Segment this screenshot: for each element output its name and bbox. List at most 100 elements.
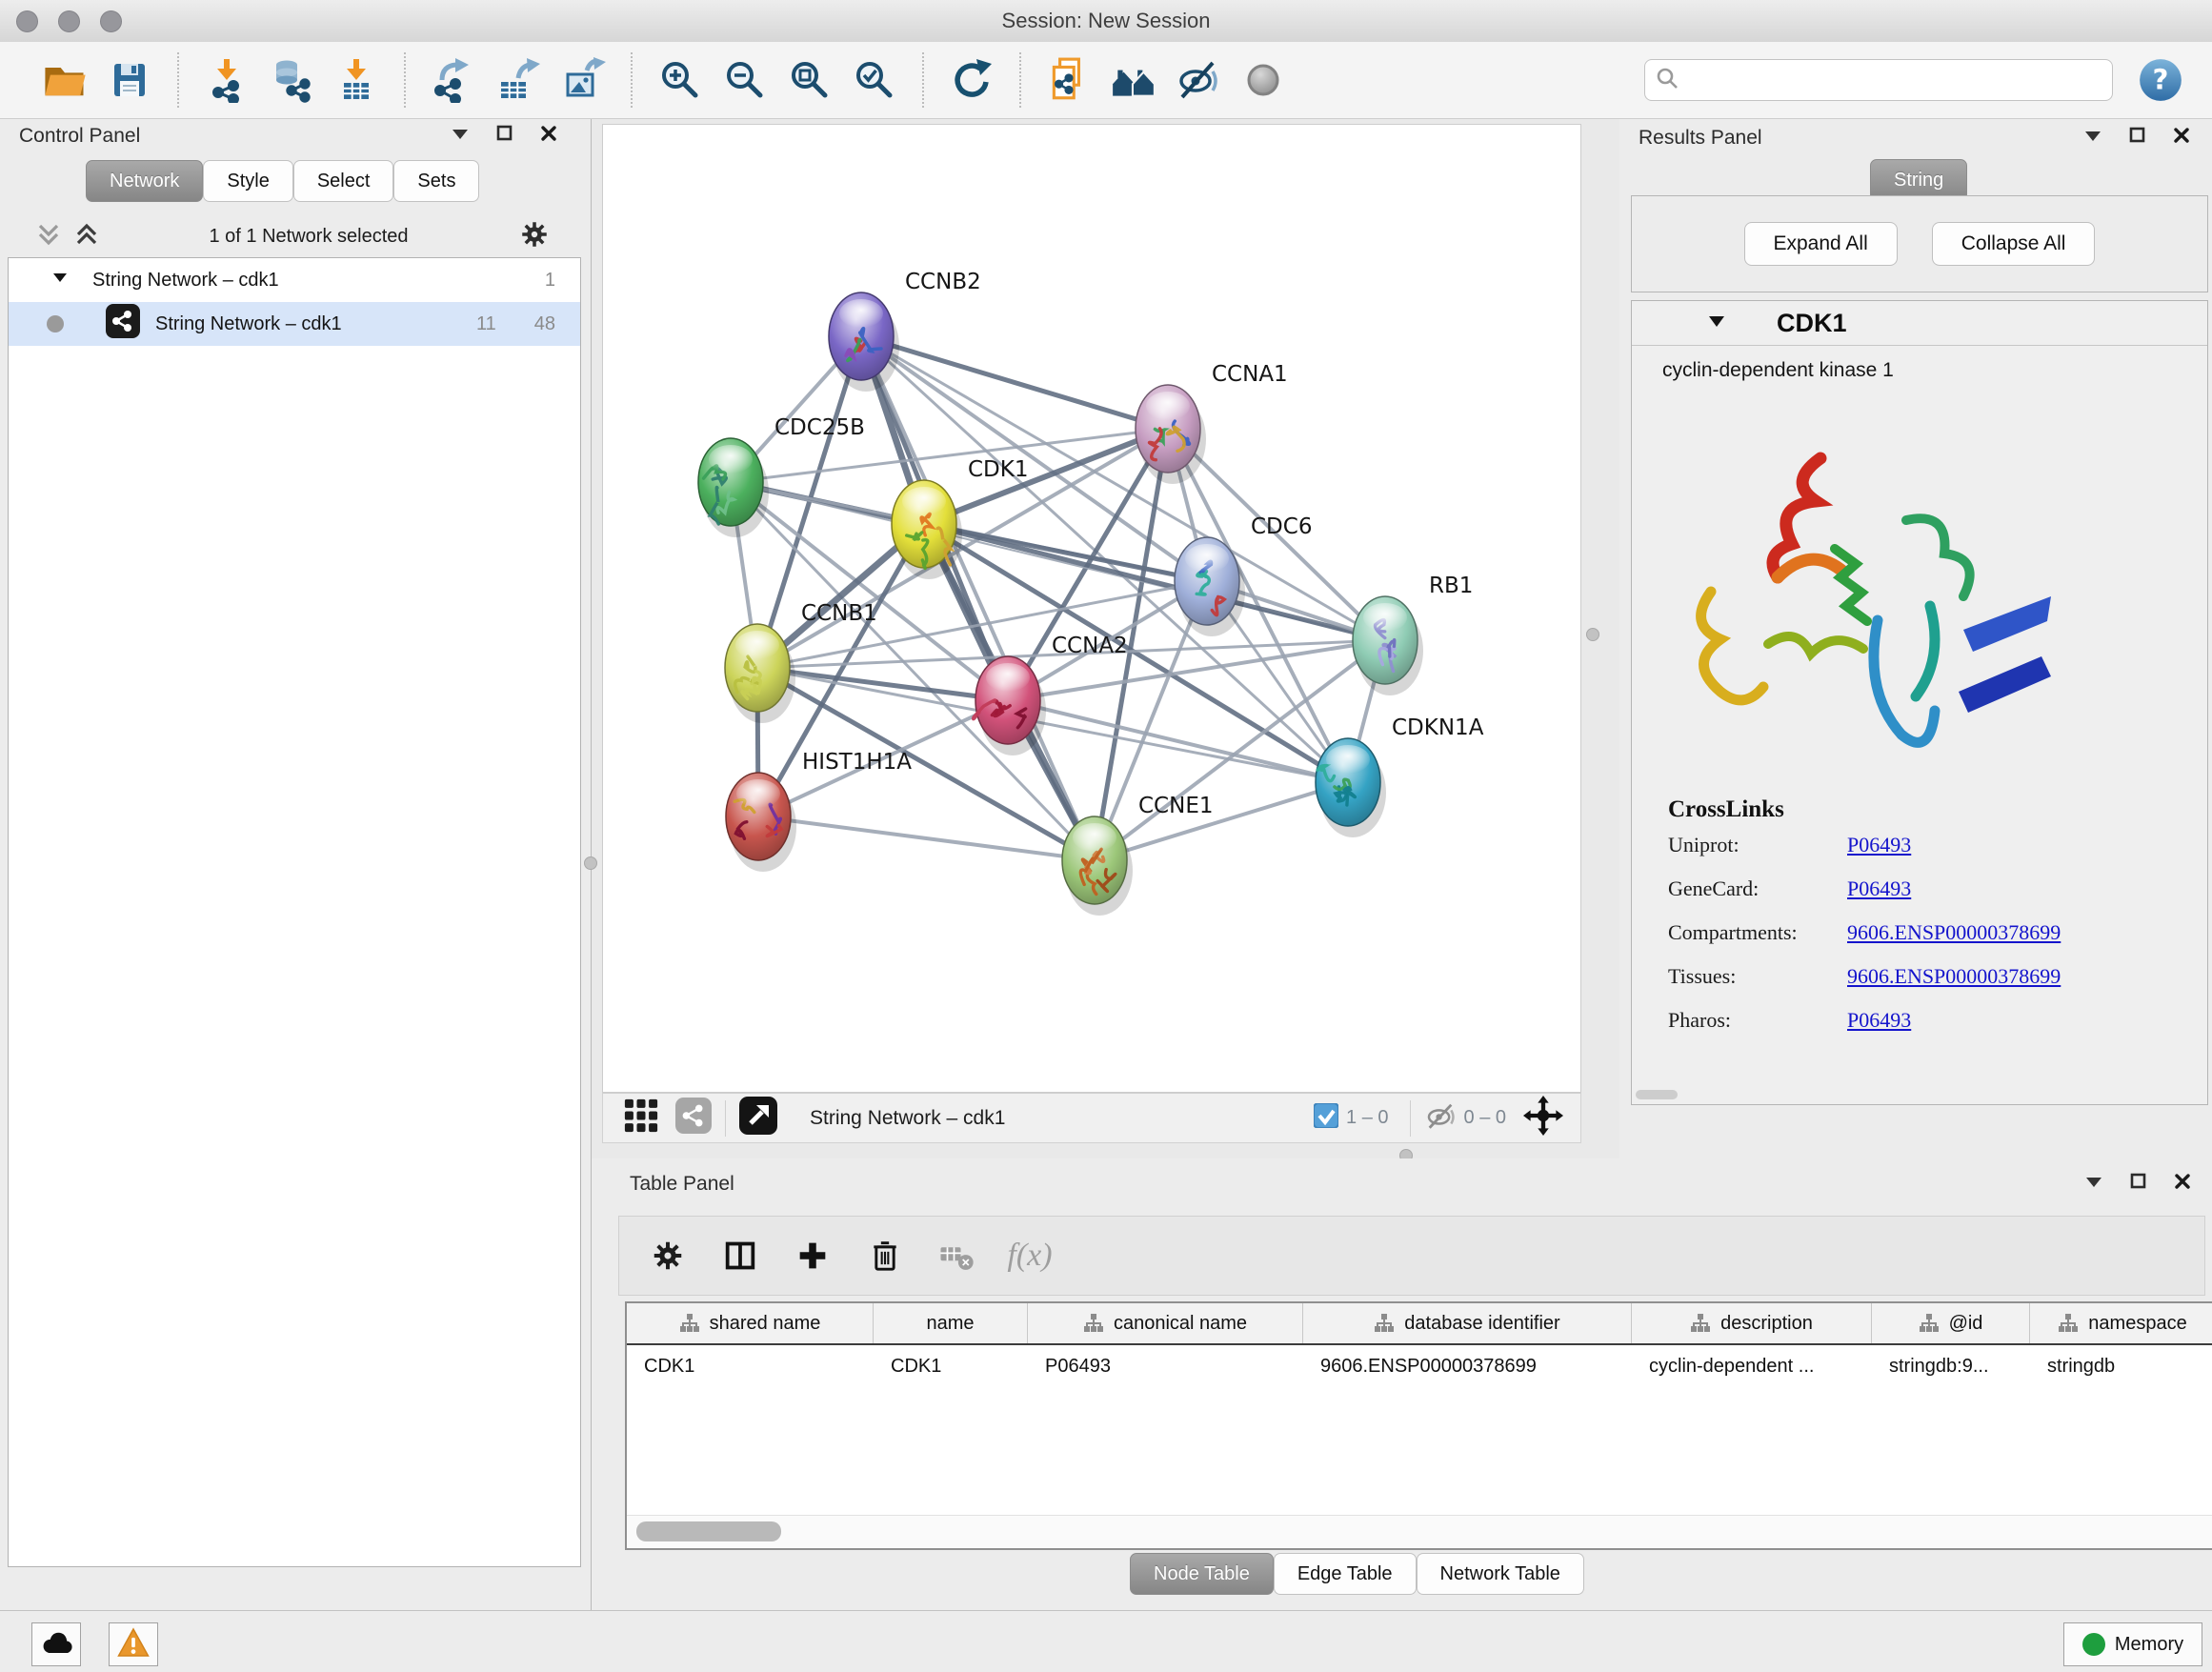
export-table-icon[interactable]	[492, 53, 545, 107]
column-header[interactable]: namespace	[2030, 1303, 2212, 1343]
export-image-icon[interactable]	[556, 53, 610, 107]
protein-card-header[interactable]: CDK1	[1632, 301, 2207, 346]
tab-style[interactable]: Style	[203, 160, 292, 202]
import-network-icon[interactable]	[200, 53, 253, 107]
zoom-fit-icon[interactable]	[783, 53, 836, 107]
export-view-icon[interactable]	[739, 1097, 777, 1139]
warning-button[interactable]	[109, 1622, 158, 1666]
tab-select[interactable]: Select	[293, 160, 394, 202]
network-options-gear-icon[interactable]	[518, 218, 551, 255]
import-database-icon[interactable]	[265, 53, 318, 107]
network-share-icon[interactable]	[675, 1098, 712, 1138]
network-collection-row[interactable]: String Network – cdk1 1	[9, 258, 580, 302]
panel-collapse-icon[interactable]	[450, 126, 471, 146]
zoom-out-icon[interactable]	[718, 53, 772, 107]
delete-column-icon[interactable]	[857, 1228, 913, 1283]
crosslink-link[interactable]: P06493	[1847, 876, 1911, 901]
crosslink-link[interactable]: 9606.ENSP00000378699	[1847, 964, 2061, 989]
network-edge[interactable]	[861, 336, 1168, 429]
traffic-light-close[interactable]	[16, 10, 38, 32]
cell-database-identifier[interactable]: 9606.ENSP00000378699	[1303, 1345, 1632, 1387]
collapse-all-icon[interactable]	[36, 221, 61, 252]
cell-namespace[interactable]: stringdb	[2030, 1345, 2212, 1387]
tab-sets[interactable]: Sets	[393, 160, 479, 202]
help-icon[interactable]: ?	[2134, 53, 2187, 107]
column-header[interactable]: @id	[1872, 1303, 2030, 1343]
cell-description[interactable]: cyclin-dependent ...	[1632, 1345, 1872, 1387]
hidden-eye-icon[interactable]	[1424, 1099, 1457, 1137]
column-header[interactable]: canonical name	[1028, 1303, 1303, 1343]
column-header[interactable]: database identifier	[1303, 1303, 1632, 1343]
function-builder-icon[interactable]: f(x)	[1002, 1228, 1057, 1283]
splitter-handle[interactable]	[584, 856, 597, 870]
tab-edge-table[interactable]: Edge Table	[1274, 1553, 1417, 1595]
show-column-panel-icon[interactable]	[713, 1228, 768, 1283]
network-node-CCNE1[interactable]: CCNE1	[1062, 794, 1214, 916]
crosslink-link[interactable]: 9606.ENSP00000378699	[1847, 920, 2061, 945]
save-session-icon[interactable]	[103, 53, 156, 107]
panel-close-icon[interactable]	[539, 124, 558, 148]
show-details-icon[interactable]	[1237, 53, 1290, 107]
traffic-light-minimize[interactable]	[58, 10, 80, 32]
crosslink-link[interactable]: P06493	[1847, 833, 1911, 857]
traffic-light-zoom[interactable]	[100, 10, 122, 32]
network-node-CCNB1[interactable]: CCNB1	[725, 601, 877, 723]
network-edge[interactable]	[1008, 700, 1348, 782]
collapse-all-button[interactable]: Collapse All	[1932, 222, 2096, 266]
scrollbar-thumb[interactable]	[636, 1521, 781, 1541]
network-edge[interactable]	[758, 816, 1095, 860]
network-row[interactable]: String Network – cdk1 11 48	[9, 302, 580, 346]
expand-all-icon[interactable]	[74, 221, 99, 252]
table-row[interactable]: CDK1 CDK1 P06493 9606.ENSP00000378699 cy…	[627, 1345, 2212, 1387]
create-column-icon[interactable]	[785, 1228, 840, 1283]
session-file-share-icon[interactable]	[1042, 53, 1096, 107]
open-session-icon[interactable]	[38, 53, 91, 107]
network-edge[interactable]	[1095, 782, 1348, 860]
column-header[interactable]: name	[874, 1303, 1028, 1343]
splitter-handle[interactable]	[1586, 628, 1599, 641]
cell-name[interactable]: CDK1	[874, 1345, 1028, 1387]
cell-shared-name[interactable]: CDK1	[627, 1345, 874, 1387]
network-node-CCNB2[interactable]: CCNB2	[829, 270, 981, 392]
panel-float-icon[interactable]	[2128, 126, 2147, 150]
card-expander-icon[interactable]	[1706, 313, 1727, 333]
delete-table-icon[interactable]	[930, 1228, 985, 1283]
network-canvas[interactable]: CCNB2CCNA1CDC25BCDK1CDC6RB1CCNB1CCNA2CDK…	[602, 124, 1581, 1093]
expand-all-button[interactable]: Expand All	[1744, 222, 1898, 266]
zoom-selected-icon[interactable]	[848, 53, 901, 107]
panel-float-icon[interactable]	[495, 124, 514, 148]
column-settings-gear-icon[interactable]	[640, 1228, 695, 1283]
network-node-CCNA1[interactable]: CCNA1	[1136, 362, 1288, 484]
panel-float-icon[interactable]	[2129, 1172, 2148, 1196]
column-header[interactable]: description	[1632, 1303, 1872, 1343]
panel-close-icon[interactable]	[2173, 1172, 2192, 1196]
grid-view-icon[interactable]	[624, 1098, 658, 1138]
selected-checkbox-icon[interactable]	[1314, 1103, 1338, 1133]
tab-node-table[interactable]: Node Table	[1130, 1553, 1274, 1595]
cloud-button[interactable]	[31, 1622, 81, 1666]
tab-network-table[interactable]: Network Table	[1417, 1553, 1584, 1595]
cell-id[interactable]: stringdb:9...	[1872, 1345, 2030, 1387]
import-table-icon[interactable]	[330, 53, 383, 107]
string-home-icon[interactable]	[1107, 53, 1160, 107]
tree-expander-icon[interactable]	[50, 268, 70, 292]
cell-canonical-name[interactable]: P06493	[1028, 1345, 1303, 1387]
search-input[interactable]	[1679, 62, 2112, 98]
panel-collapse-icon[interactable]	[2083, 1174, 2104, 1194]
network-node-CDKN1A[interactable]: CDKN1A	[1316, 715, 1484, 837]
table-hscrollbar[interactable]	[627, 1515, 2212, 1548]
tab-network[interactable]: Network	[86, 160, 203, 202]
panel-close-icon[interactable]	[2172, 126, 2191, 150]
export-network-icon[interactable]	[427, 53, 480, 107]
network-graph[interactable]: CCNB2CCNA1CDC25BCDK1CDC6RB1CCNB1CCNA2CDK…	[603, 125, 1580, 1092]
fit-selected-crosshair-icon[interactable]	[1523, 1096, 1563, 1140]
network-node-HIST1H1A[interactable]: HIST1H1A	[726, 750, 912, 872]
zoom-in-icon[interactable]	[654, 53, 707, 107]
panel-collapse-icon[interactable]	[2082, 128, 2103, 148]
memory-button[interactable]: Memory	[2063, 1622, 2202, 1666]
apply-layout-icon[interactable]	[945, 53, 998, 107]
column-header[interactable]: shared name	[627, 1303, 874, 1343]
card-scrollbar-thumb[interactable]	[1636, 1090, 1678, 1099]
crosslink-link[interactable]: P06493	[1847, 1008, 1911, 1033]
hide-details-icon[interactable]	[1172, 53, 1225, 107]
